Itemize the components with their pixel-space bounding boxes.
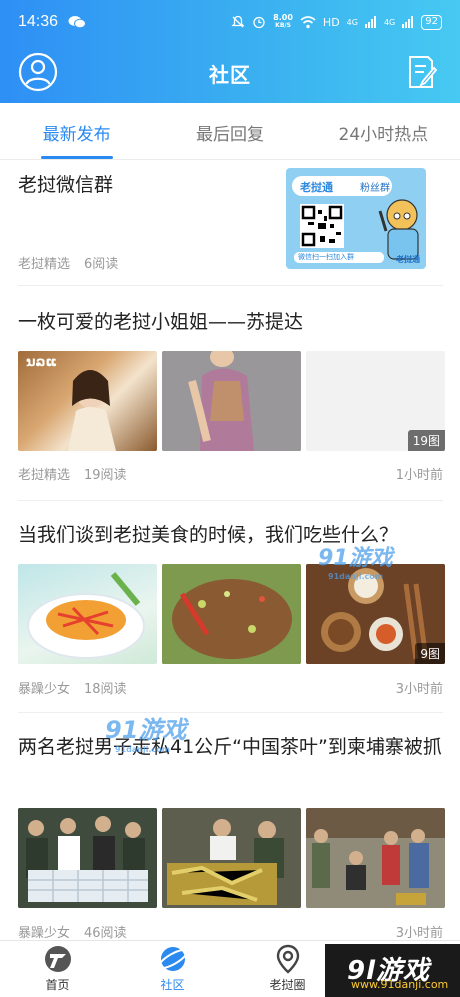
arrest-scene-illustration [306,808,445,908]
site-brand-overlay: 9l游戏 www.91danji.com [325,944,460,997]
post-time: 3小时前 [395,926,443,941]
battery-indicator: 92 [421,14,442,30]
confiscated-goods-illustration [18,808,157,908]
post-meta: 暴躁少女 18阅读 [18,678,127,697]
network-speed-unit: KB/S [275,22,291,29]
tab-last-reply[interactable]: 最后回复 [153,103,306,159]
post-image[interactable] [162,564,301,664]
ad-hint: 微信扫一扫加入群 [294,252,384,263]
tab-latest[interactable]: 最新发布 [0,103,153,159]
page-title: 社区 [209,63,251,87]
wechat-icon [68,16,87,29]
network-speed: 8.00 KB/S [273,14,293,30]
image-count-badge: 19图 [407,430,445,451]
inspection-illustration [162,808,301,908]
post-image[interactable]: ນລແ [18,351,157,451]
user-avatar-icon[interactable] [18,52,58,92]
post-card[interactable]: 一枚可爱的老挝小姐姐——苏提达 ນລແ 19图 老挝精选 19阅读 1小时前 [18,305,445,500]
tab-24h-hot[interactable]: 24小时热点 [307,103,460,159]
post-author: 老挝精选 [18,257,71,272]
post-meta: 老挝精选 6阅读 [18,253,118,272]
post-divider [18,285,443,286]
watermark-logo: 91游戏 91danji.com [318,540,393,581]
compose-post-icon[interactable] [406,54,438,90]
ad-corner-brand: 老挝通 [396,255,420,264]
nav-home[interactable]: 首页 [0,941,115,997]
status-time: 14:36 [18,13,59,30]
nav-home-label: 首页 [45,978,70,992]
tab-last-reply-label: 最后回复 [195,125,264,145]
post-image[interactable]: 19图 [306,351,445,451]
site-brand-url: www.91danji.com [351,978,449,991]
post-image[interactable] [162,808,301,908]
watermark-sub: 91danji.com [115,745,171,754]
post-reads: 46阅读 [84,926,127,941]
nav-community-label: 社区 [160,978,185,992]
watermark-sub: 91danji.com [328,572,384,581]
signal-bars-icon [364,16,376,28]
wifi-icon [300,15,316,28]
tab-24h-hot-label: 24小时热点 [338,125,429,145]
post-meta: 暴躁少女 46阅读 [18,922,127,941]
traditional-dress-illustration [162,351,301,451]
post-image[interactable] [18,564,157,664]
home-logo-icon [44,946,71,972]
woman-photo-illustration [68,370,116,451]
post-author: 暴躁少女 [18,926,71,941]
alarm-icon [253,16,265,29]
post-author: 老挝精选 [18,468,71,483]
post-card[interactable]: 两名老挝男子走私41公斤“中国茶叶”到柬埔寨被抓 暴躁少女 46阅读 3小时前 [18,730,445,945]
papaya-salad-illustration [27,572,145,659]
mute-bell-icon [231,15,245,28]
title-bar: 社区 [0,44,460,103]
status-bar: 14:36 8.00 KB/S HD 4G 4G 92 [0,0,460,44]
network-speed-value: 8.00 [273,13,293,22]
post-divider [18,712,443,713]
post-divider [18,500,443,501]
app-header: 14:36 8.00 KB/S HD 4G 4G 92 社区 [0,0,460,103]
post-meta: 老挝精选 19阅读 [18,464,127,483]
location-pin-icon [276,944,299,974]
post-time: 3小时前 [395,682,443,697]
image-count-badge: 9图 [415,643,445,664]
post-card[interactable]: 老挝微信群 老挝精选 6阅读 老挝通 粉丝群 微信扫一扫加入群 老挝通 [18,160,443,284]
post-image-row: ນລແ 19图 [18,351,445,451]
signal-1-label: 4G [346,17,358,27]
tab-latest-label: 最新发布 [42,125,111,145]
post-title: 一枚可爱的老挝小姐姐——苏提达 [18,311,304,333]
ad-brand-text: 老挝通 [300,181,333,194]
signal-2-label: 4G [383,17,396,27]
post-reads: 6阅读 [84,257,119,272]
post-title: 老挝微信群 [18,174,114,196]
post-image[interactable] [18,808,157,908]
watermark-text: 91游戏 [105,716,187,744]
post-time: 1小时前 [395,468,443,483]
post-image[interactable] [306,808,445,908]
post-image-row [18,808,445,908]
post-title: 两名老挝男子走私41公斤“中国茶叶”到柬埔寨被抓 [18,736,442,758]
larb-illustration [162,564,301,664]
post-reads: 18阅读 [84,682,127,697]
planet-icon [157,947,188,971]
signal-bars-icon [402,16,414,28]
post-author: 暴躁少女 [18,682,71,697]
wechat-group-ad-image[interactable]: 老挝通 粉丝群 微信扫一扫加入群 老挝通 [286,168,426,269]
qr-code-icon [300,204,344,248]
hd-indicator: HD [322,15,340,29]
feed-tabs: 最新发布 最后回复 24小时热点 [0,103,460,159]
watermark-text: 91游戏 [318,546,393,571]
post-reads: 19阅读 [84,468,127,483]
nav-community[interactable]: 社区 [115,941,230,997]
post-image[interactable] [162,351,301,451]
status-icons: 8.00 KB/S HD 4G 4G 92 [231,14,442,30]
watermark-logo: 91游戏 91danji.com [105,710,186,754]
